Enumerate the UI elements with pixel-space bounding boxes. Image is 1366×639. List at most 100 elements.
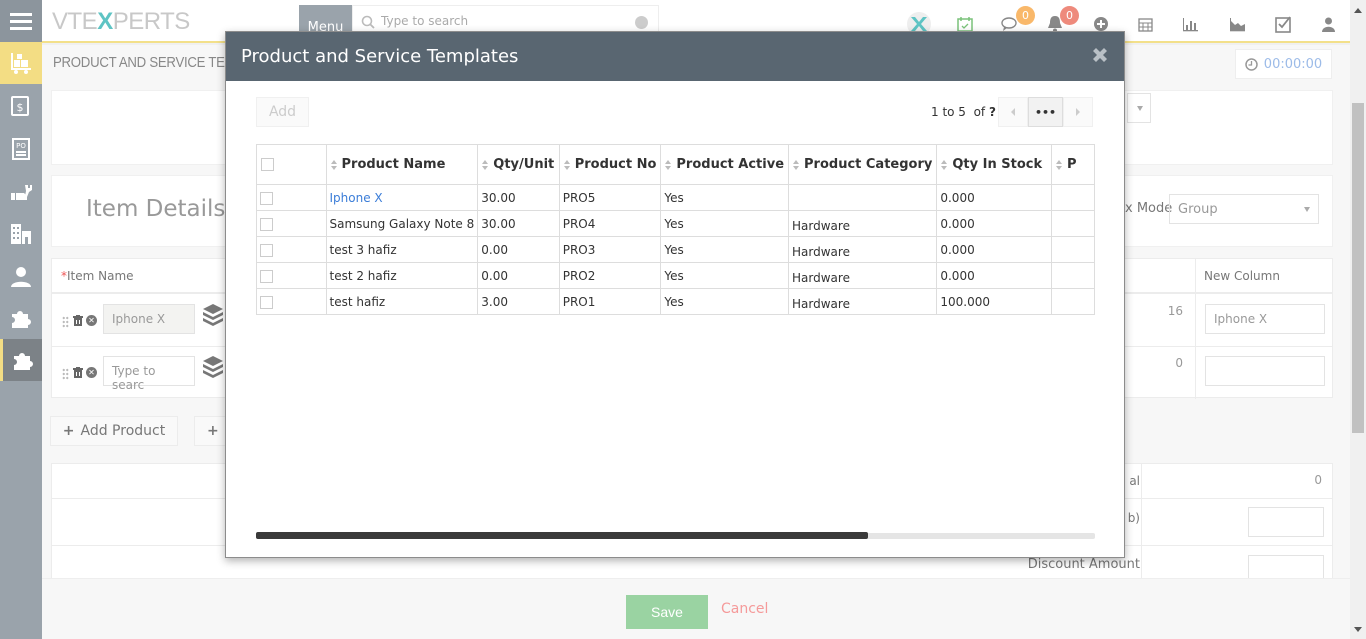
column-header-product-category[interactable]: Product Category — [788, 144, 938, 185]
search-input[interactable] — [381, 14, 621, 28]
sidebar-item-organizations[interactable] — [0, 213, 42, 255]
row-checkbox[interactable] — [260, 217, 273, 231]
search-dropdown-icon[interactable] — [635, 16, 648, 29]
column-header-truncated[interactable]: P — [1051, 144, 1095, 185]
row-checkbox[interactable] — [260, 191, 273, 205]
cart-boxes-icon — [11, 53, 31, 74]
drag-handle-icon[interactable] — [62, 368, 69, 380]
column-label: Product Active — [676, 157, 785, 172]
sort-icon — [330, 159, 339, 170]
product-box-icon[interactable] — [202, 355, 224, 379]
scrollbar-thumb[interactable] — [1352, 103, 1364, 433]
sidebar-item-extensions[interactable] — [0, 297, 42, 339]
chevron-right-icon — [1076, 108, 1080, 116]
save-button[interactable]: Save — [626, 595, 708, 629]
page-scrollbar[interactable] — [1350, 0, 1366, 639]
column-header-product-no[interactable]: Product No — [558, 144, 662, 185]
chat-badge: 0 — [1016, 6, 1035, 25]
cell-qty-unit: 30.00 — [477, 210, 560, 237]
row-checkbox[interactable] — [260, 295, 273, 309]
cell-qty-in-stock: 0.000 — [936, 236, 1053, 263]
breadcrumb-module[interactable]: PRODUCT AND SERVICE TE... — [53, 54, 235, 71]
close-icon[interactable] — [1090, 45, 1110, 65]
select-all-checkbox[interactable] — [261, 158, 274, 171]
remove-row-icon[interactable]: ✕ — [86, 315, 97, 326]
horizontal-scrollbar-thumb[interactable] — [256, 532, 869, 539]
checkbox-icon — [1274, 15, 1291, 33]
vtexperts-logo[interactable]: VTEXPERTS — [52, 8, 190, 36]
cell-name: Iphone X — [325, 184, 479, 211]
items-total-label: al — [1129, 474, 1140, 488]
table-row[interactable]: test 3 hafiz 0.00 PRO3 Yes Hardware 0.000 — [256, 236, 1095, 263]
item-name-input[interactable]: Iphone X — [103, 304, 195, 334]
grid-horizontal-scrollbar[interactable] — [256, 532, 1095, 539]
sidebar-item-templates[interactable] — [0, 339, 42, 381]
table-row[interactable]: test hafiz 3.00 PRO1 Yes Hardware 100.000 — [256, 288, 1095, 315]
item-name-input[interactable]: Type to searc — [103, 356, 195, 392]
drag-handle-icon[interactable] — [62, 316, 69, 328]
logo-text-post: PERTS — [112, 8, 191, 35]
row-checkbox[interactable] — [260, 269, 273, 283]
column-header-product-active[interactable]: Product Active — [660, 144, 790, 185]
sidebar-item-services[interactable] — [0, 172, 42, 214]
sort-icon — [1056, 159, 1064, 170]
column-header-product-name[interactable]: Product Name — [325, 144, 479, 185]
column-header-qty-unit[interactable]: Qty/Unit — [477, 144, 560, 185]
search-icon — [361, 15, 375, 29]
user-menu-button[interactable] — [1316, 12, 1340, 36]
cell-qty-unit: 30.00 — [477, 184, 560, 211]
reports-button[interactable] — [1178, 12, 1202, 36]
product-box-icon[interactable] — [202, 303, 224, 327]
new-column-input[interactable]: Iphone X — [1205, 304, 1325, 334]
templates-table: Product Name Qty/Unit Product No Product… — [256, 144, 1095, 315]
select-all-cell — [256, 144, 327, 185]
table-row[interactable]: test 2 hafiz 0.00 PRO2 Yes Hardware 0.000 — [256, 262, 1095, 289]
cell-truncated — [1051, 262, 1095, 289]
column-header-qty-in-stock[interactable]: Qty In Stock — [936, 144, 1053, 185]
trash-icon[interactable] — [73, 315, 83, 326]
next-page-button[interactable] — [1063, 97, 1093, 127]
breadcrumb[interactable]: PRODUCT AND SERVICE TE... > — [53, 54, 246, 71]
cell-truncated — [1051, 210, 1095, 237]
scroll-down-icon[interactable] — [1354, 627, 1362, 632]
calendar-button[interactable] — [1133, 12, 1157, 36]
column-label: Product Name — [341, 157, 446, 172]
add-template-button[interactable]: Add — [256, 97, 309, 127]
prev-page-button[interactable] — [998, 97, 1028, 127]
chevron-down-icon — [1137, 106, 1143, 111]
remove-row-icon[interactable]: ✕ — [86, 367, 97, 378]
sidebar-menu-toggle[interactable] — [0, 0, 42, 42]
trash-icon[interactable] — [73, 367, 83, 378]
scroll-up-icon[interactable] — [1354, 8, 1362, 13]
tax-mode-select[interactable]: Group — [1169, 194, 1319, 224]
area-chart-icon — [1229, 17, 1245, 31]
table-row[interactable]: Samsung Galaxy Note 8 30.00 PRO4 Yes Hardwar… — [256, 210, 1095, 237]
column-label: Qty In Stock — [952, 157, 1043, 172]
pagination-info: 1 to 5 of ? — [931, 105, 996, 119]
cell-category: Hardware — [788, 210, 938, 237]
templates-grid: Product Name Qty/Unit Product No Product… — [256, 144, 1095, 315]
dashboard-button[interactable] — [1225, 12, 1249, 36]
timer-button[interactable]: 00:00:00 — [1235, 49, 1332, 79]
row-checkbox[interactable] — [260, 243, 273, 257]
product-name-link[interactable]: Iphone X — [330, 191, 383, 205]
cell-qty-unit: 0.00 — [477, 262, 560, 289]
details-select[interactable] — [1127, 93, 1151, 123]
sidebar-item-products[interactable] — [0, 42, 42, 84]
line-item-number: 16 — [1167, 304, 1183, 318]
sidebar-item-contacts[interactable] — [0, 256, 42, 298]
table-row[interactable]: Iphone X 30.00 PRO5 Yes 0.000 — [256, 184, 1095, 211]
puzzle-icon — [12, 311, 31, 328]
sidebar-item-invoices[interactable]: $ — [0, 86, 42, 128]
row-select-cell — [256, 262, 327, 289]
sidebar-item-purchase-orders[interactable]: PO — [0, 128, 42, 170]
tasks-button[interactable] — [1271, 12, 1295, 36]
new-column-input[interactable] — [1205, 356, 1325, 386]
chevron-left-icon — [1011, 108, 1015, 116]
add-product-button[interactable]: + Add Product — [50, 416, 178, 446]
cancel-link[interactable]: Cancel — [721, 601, 768, 617]
more-pages-button[interactable]: ••• — [1028, 97, 1063, 127]
discount-percent-input[interactable] — [1248, 507, 1324, 537]
sort-icon — [665, 159, 673, 170]
cell-qty-unit: 0.00 — [477, 236, 560, 263]
